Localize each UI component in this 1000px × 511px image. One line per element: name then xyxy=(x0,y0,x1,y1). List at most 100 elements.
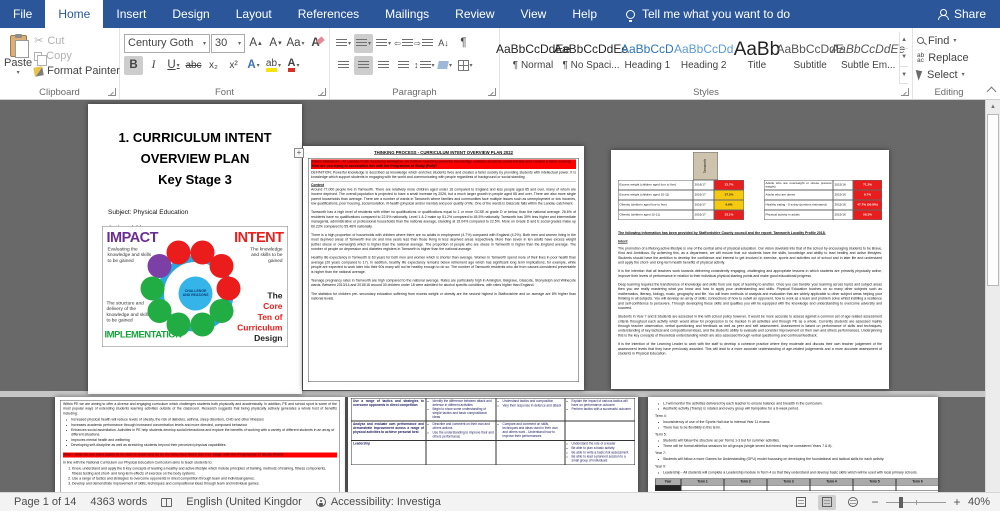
style-subtle-emphasis[interactable]: AaBbCcDdEe Subtle Em... xyxy=(831,33,905,80)
styles-gallery-more[interactable]: ▼ xyxy=(900,67,908,84)
scrollbar-thumb[interactable] xyxy=(987,114,999,286)
font-color-button[interactable]: A ▾ xyxy=(284,56,303,75)
replace-button[interactable]: ab ac Replace xyxy=(917,49,981,66)
borders-icon xyxy=(457,59,469,71)
document-page-1[interactable]: 1. CURRICULUM INTENT OVERVIEW PLAN Key S… xyxy=(88,104,302,394)
borders-button[interactable]: ▾ xyxy=(456,56,475,75)
document-page-2[interactable]: THINKING PROCESS - CURRICULUM INTENT OVE… xyxy=(303,146,584,390)
language-indicator[interactable]: English (United Kingdor xyxy=(186,496,302,508)
styles-scroll-down[interactable]: ▼ xyxy=(900,49,908,67)
underline-button[interactable]: U ▾ xyxy=(164,56,183,75)
font-dialog-launcher[interactable] xyxy=(318,88,326,96)
indent-icon xyxy=(421,38,433,48)
bold-button[interactable]: B xyxy=(124,55,143,75)
align-center-button[interactable] xyxy=(354,55,373,75)
document-canvas[interactable]: 1. CURRICULUM INTENT OVERVIEW PLAN Key S… xyxy=(0,100,1000,492)
document-page-4[interactable]: Within PE we are aiming to offer a diver… xyxy=(55,397,345,492)
collapse-ribbon-button[interactable] xyxy=(986,86,997,97)
zoom-slider[interactable] xyxy=(885,496,946,508)
document-page-6[interactable]: LJ will monitor the activities delivered… xyxy=(648,397,938,492)
web-layout-button[interactable] xyxy=(844,495,862,510)
superscript-button[interactable]: x² xyxy=(224,56,243,75)
style-title[interactable]: AaBb Title xyxy=(734,33,780,80)
tab-insert[interactable]: Insert xyxy=(103,0,159,28)
zoom-percentage[interactable]: 40% xyxy=(968,496,990,508)
zoom-out-button[interactable]: − xyxy=(870,495,880,509)
tab-layout[interactable]: Layout xyxy=(223,0,285,28)
styles-dialog-launcher[interactable] xyxy=(901,88,909,96)
multilevel-list-button[interactable]: ▾ xyxy=(374,34,393,53)
document-page-3[interactable]: Tamworth Excess weight (children aged fo… xyxy=(611,150,889,389)
justify-button[interactable] xyxy=(394,56,413,75)
find-button[interactable]: Find ▾ xyxy=(917,32,981,49)
numbering-button[interactable]: ▾ xyxy=(354,33,373,53)
tab-help[interactable]: Help xyxy=(559,0,610,28)
word-count[interactable]: 4363 words xyxy=(90,496,147,508)
italic-button[interactable]: I xyxy=(144,56,163,75)
subscript-button[interactable]: x₂ xyxy=(204,56,223,75)
style-subtitle[interactable]: AaBbCcDdE Subtitle xyxy=(776,33,843,80)
clear-formatting-button[interactable]: A xyxy=(306,34,325,53)
scroll-up-arrow[interactable]: ▲ xyxy=(986,100,1000,114)
zoom-slider-thumb[interactable] xyxy=(898,496,903,508)
bullets-button[interactable]: ▾ xyxy=(334,34,353,53)
document-page-5[interactable]: Use a range of tactics and strategies to… xyxy=(348,397,638,492)
copy-icon xyxy=(34,51,48,66)
show-formatting-button[interactable]: ¶ xyxy=(454,34,473,53)
clipboard-group: Paste ▾ ✂ Cut Copy Format Painter Clipbo… xyxy=(0,28,120,99)
align-left-button[interactable] xyxy=(334,56,353,75)
tell-me-box[interactable]: Tell me what you want to do xyxy=(626,0,790,28)
paragraph-dialog-launcher[interactable] xyxy=(488,88,496,96)
style-no-spacing[interactable]: AaBbCcDdEe ¶ No Spaci... xyxy=(554,33,628,80)
style-heading2[interactable]: AaBbCcDd Heading 2 xyxy=(674,33,733,80)
style-normal[interactable]: AaBbCcDdEe ¶ Normal xyxy=(496,33,570,80)
styles-scroll-up[interactable]: ▲ xyxy=(900,32,908,50)
font-family-dropdown-arrow[interactable]: ▾ xyxy=(203,40,206,47)
tab-file[interactable]: File xyxy=(0,0,45,28)
zoom-in-button[interactable]: + xyxy=(952,495,962,509)
diagram-circle xyxy=(140,276,165,301)
change-case-button[interactable]: Aa ▾ xyxy=(286,34,305,53)
line-spacing-button[interactable]: ↕ ▾ xyxy=(414,56,435,75)
decrease-indent-button[interactable]: ⇦ xyxy=(394,34,413,53)
font-size-value: 30 xyxy=(215,37,228,49)
read-mode-button[interactable] xyxy=(792,495,810,510)
grow-font-button[interactable]: A ▴ xyxy=(246,34,265,53)
accessibility-status[interactable]: Accessibility: Investiga xyxy=(315,496,441,508)
share-button[interactable]: Share xyxy=(923,0,1000,28)
web-layout-icon xyxy=(847,497,858,507)
font-family-combo[interactable]: Century Goth ▾ xyxy=(124,33,210,53)
clipboard-dialog-launcher[interactable] xyxy=(108,88,116,96)
font-size-dropdown-arrow[interactable]: ▾ xyxy=(238,40,241,47)
sort-button[interactable]: A↓ xyxy=(434,34,453,53)
strikethrough-button[interactable]: abc xyxy=(184,56,203,75)
cut-label: Cut xyxy=(47,34,65,47)
tab-mailings[interactable]: Mailings xyxy=(372,0,442,28)
text-highlight-button[interactable]: ab ▾ xyxy=(264,56,283,75)
tab-home[interactable]: Home xyxy=(45,0,104,28)
select-button[interactable]: Select ▾ xyxy=(915,66,981,83)
cut-button[interactable]: ✂ Cut xyxy=(34,34,120,48)
table-move-handle[interactable]: + xyxy=(294,148,304,158)
font-size-combo[interactable]: 30 ▾ xyxy=(211,33,245,53)
style-heading1[interactable]: AaBbCcD Heading 1 xyxy=(621,33,674,80)
format-painter-button[interactable]: Format Painter xyxy=(33,65,120,77)
copy-button[interactable]: Copy xyxy=(34,50,120,66)
tab-review[interactable]: Review xyxy=(442,0,507,28)
shading-button[interactable]: ▾ xyxy=(436,56,455,75)
vertical-scrollbar[interactable]: ▲ xyxy=(985,100,1000,492)
shrink-font-button[interactable]: A ▾ xyxy=(266,34,285,53)
tab-references[interactable]: References xyxy=(285,0,372,28)
paragraph-group: ▾ ▾ ▾ ⇦ ⇨ A↓ ¶ ↕ ▾ ▾ ▾ Paragraph xyxy=(330,28,500,99)
print-layout-button[interactable] xyxy=(817,494,836,510)
paste-dropdown-arrow[interactable]: ▾ xyxy=(17,69,20,76)
increase-indent-button[interactable]: ⇨ xyxy=(414,34,433,53)
align-right-button[interactable] xyxy=(374,56,393,75)
text-effects-button[interactable]: A ▾ xyxy=(244,56,263,75)
proofing-status[interactable] xyxy=(161,497,173,507)
tab-view[interactable]: View xyxy=(508,0,560,28)
page-indicator[interactable]: Page 1 of 14 xyxy=(14,496,76,508)
paste-button[interactable]: Paste ▾ xyxy=(4,32,32,84)
tab-design[interactable]: Design xyxy=(159,0,222,28)
skills-progress-table: Use a range of tactics and strategies to… xyxy=(351,398,635,465)
